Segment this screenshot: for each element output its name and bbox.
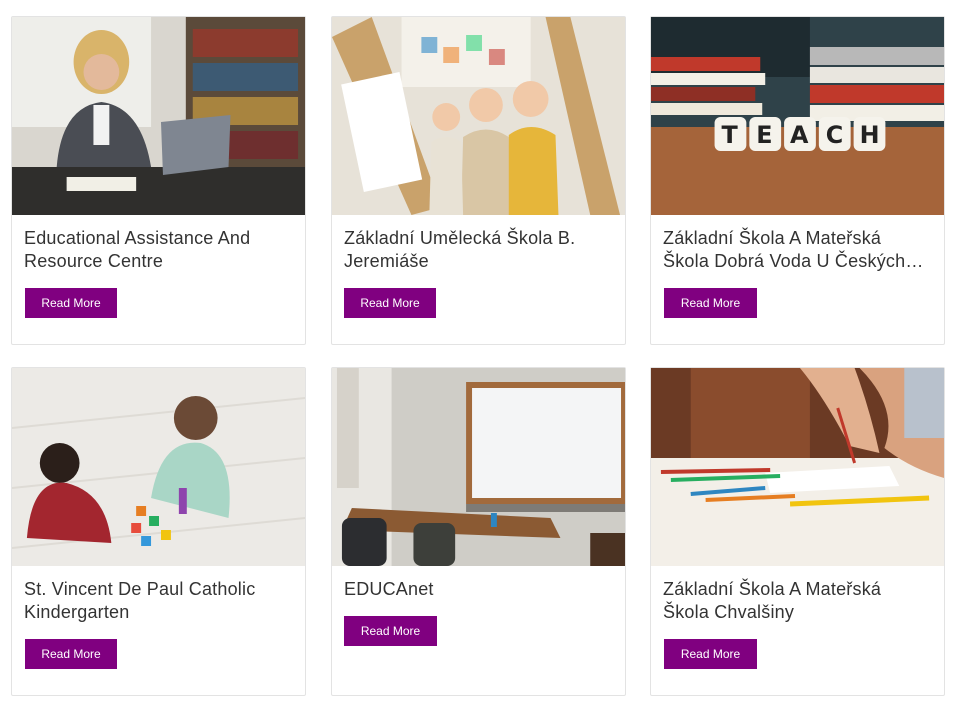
- card-image[interactable]: [332, 368, 625, 566]
- read-more-button[interactable]: Read More: [344, 616, 437, 646]
- card-title: Educational Assistance And Resource Cent…: [24, 228, 251, 271]
- school-card: EDUCAnet Read More: [331, 367, 626, 696]
- card-title: Základní Škola A Mateřská Škola Chvalšin…: [663, 579, 882, 622]
- card-title: Základní Umělecká Škola B. Jeremiáše: [344, 228, 576, 271]
- card-image[interactable]: [332, 17, 625, 215]
- card-image[interactable]: [12, 17, 305, 215]
- card-image[interactable]: T E A C H: [651, 17, 944, 215]
- read-more-button[interactable]: Read More: [664, 639, 757, 669]
- card-image[interactable]: [12, 368, 305, 566]
- card-title: Základní Škola A Mateřská Škola Dobrá Vo…: [663, 228, 906, 271]
- svg-text:H: H: [860, 121, 880, 149]
- read-more-button[interactable]: Read More: [25, 288, 117, 318]
- read-more-button[interactable]: Read More: [344, 288, 436, 318]
- school-card: St. Vincent De Paul Catholic Kindergarte…: [11, 367, 306, 696]
- card-title: St. Vincent De Paul Catholic Kindergarte…: [24, 579, 256, 622]
- read-more-button[interactable]: Read More: [25, 639, 117, 669]
- svg-text:E: E: [756, 121, 772, 149]
- svg-text:T: T: [722, 121, 739, 149]
- card-image[interactable]: [651, 368, 944, 566]
- school-card: Educational Assistance And Resource Cent…: [11, 16, 306, 345]
- school-card: T E A C H Základní Škola A Mateřská Škol…: [650, 16, 945, 345]
- read-more-button[interactable]: Read More: [664, 288, 757, 318]
- school-card: Základní Škola A Mateřská Škola Chvalšin…: [650, 367, 945, 696]
- svg-text:A: A: [790, 121, 809, 149]
- school-card: Základní Umělecká Škola B. Jeremiáše Rea…: [331, 16, 626, 345]
- svg-text:C: C: [826, 121, 843, 149]
